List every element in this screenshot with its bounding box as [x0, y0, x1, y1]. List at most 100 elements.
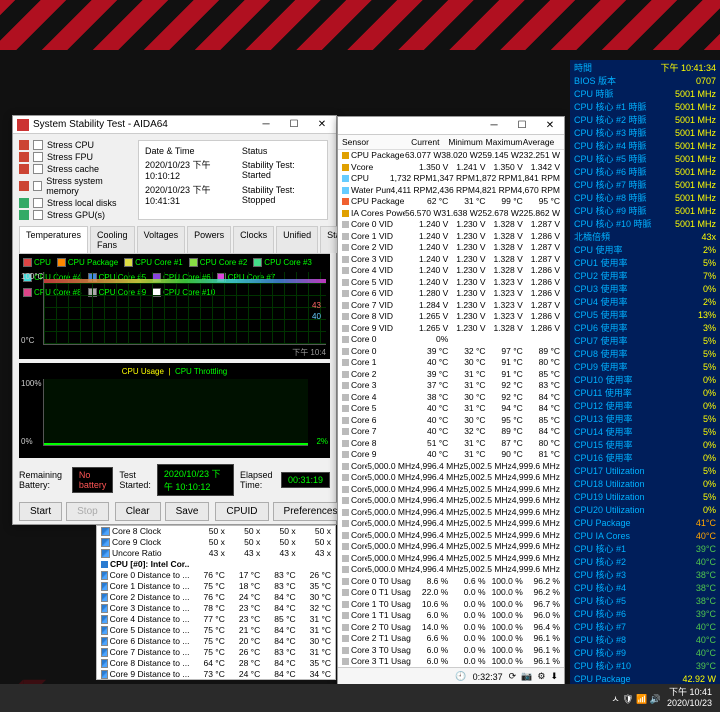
save-button[interactable]: Save [165, 502, 210, 521]
stress-check[interactable]: Stress local disks [19, 198, 134, 208]
col-header[interactable]: Current [411, 137, 448, 147]
tab[interactable]: Unified [276, 226, 318, 253]
legend-item[interactable]: CPU Core #3 [253, 258, 312, 267]
sensor-row[interactable]: Core 1 T1 Usage6.0 %0.0 %100.0 %96.0 % [338, 610, 564, 622]
sensor-row[interactable]: Core 6 VID1.280 V1.230 V1.323 V1.286 V [338, 288, 564, 300]
detail-row[interactable]: Core 9 Distance to ...73 °C24 °C84 °C34 … [97, 669, 335, 680]
maximize-button[interactable]: ☐ [280, 116, 308, 134]
start-button[interactable]: Start [19, 502, 62, 521]
titlebar[interactable]: System Stability Test - AIDA64 ─ ☐ ✕ [13, 116, 336, 134]
maximize-button[interactable]: ☐ [508, 117, 536, 135]
aida-detail-pane[interactable]: Core 8 Clock50 x50 x50 x50 xCore 9 Clock… [96, 525, 336, 680]
sensor-row[interactable]: Core 940 °C31 °C90 °C81 °C [338, 449, 564, 461]
stress-check[interactable]: Stress cache [19, 164, 134, 174]
sensor-row[interactable]: Core 2 T1 Usage6.6 %0.0 %100.0 %96.1 % [338, 633, 564, 645]
sensor-row[interactable]: Core 8 Clock5,000.0 MHz4,996.4 MHz5,002.… [338, 553, 564, 565]
detail-row[interactable]: Core 5 Distance to ...75 °C21 °C84 °C31 … [97, 625, 335, 636]
detail-row[interactable]: Core 8 Distance to ...64 °C28 °C84 °C35 … [97, 658, 335, 669]
sensor-row[interactable]: Core 0 VID1.240 V1.230 V1.328 V1.287 V [338, 219, 564, 231]
sensor-row[interactable]: CPU Package Power63.077 W38.020 W259.145… [338, 150, 564, 162]
detail-row[interactable]: Core 4 Distance to ...77 °C23 °C85 °C31 … [97, 614, 335, 625]
sensor-row[interactable]: CPU1,732 RPM1,347 RPM1,872 RPM1,841 RPM [338, 173, 564, 185]
detail-row[interactable]: Core 7 Distance to ...75 °C26 °C83 °C31 … [97, 647, 335, 658]
sensor-row[interactable]: Core 0 Clock5,000.0 MHz4,996.4 MHz5,002.… [338, 461, 564, 473]
tab[interactable]: Voltages [137, 226, 186, 253]
sensor-row[interactable]: Core 4 Clock5,000.0 MHz4,996.4 MHz5,002.… [338, 507, 564, 519]
stress-check[interactable]: Stress system memory [19, 176, 134, 196]
sensor-row[interactable]: Core 1 VID1.240 V1.230 V1.328 V1.286 V [338, 231, 564, 243]
titlebar[interactable]: ─ ☐ ✕ [338, 117, 564, 135]
sensor-row[interactable]: Core 140 °C30 °C91 °C80 °C [338, 357, 564, 369]
sensor-row[interactable]: Core 039 °C32 °C97 °C89 °C [338, 346, 564, 358]
stress-check[interactable]: Stress FPU [19, 152, 134, 162]
control-icons[interactable]: ⟳ 📷 ⚙ ⬇ [509, 671, 558, 682]
cpuid-button[interactable]: CPUID [215, 502, 268, 521]
sensor-row[interactable]: Core 5 Clock5,000.0 MHz4,996.4 MHz5,002.… [338, 518, 564, 530]
sensor-row[interactable]: Core 1 T0 Usage10.6 %0.0 %100.0 %96.7 % [338, 599, 564, 611]
col-header[interactable]: Minimum [448, 137, 485, 147]
sensor-row[interactable]: Core 0 T1 Usage22.0 %0.0 %100.0 %96.2 % [338, 587, 564, 599]
legend-item[interactable]: CPU [23, 258, 51, 267]
sensor-row[interactable]: Core 3 Clock5,000.0 MHz4,996.4 MHz5,002.… [338, 495, 564, 507]
detail-row[interactable]: Core 8 Clock50 x50 x50 x50 x [97, 526, 335, 537]
sensor-row[interactable]: Core 5 VID1.240 V1.230 V1.323 V1.286 V [338, 277, 564, 289]
sensor-row[interactable]: Water Pump+4,411 RPM2,436 RPM4,821 RPM4,… [338, 185, 564, 197]
sensor-row[interactable]: Core 4 VID1.240 V1.230 V1.328 V1.286 V [338, 265, 564, 277]
tab[interactable]: Temperatures [19, 226, 88, 253]
legend-item[interactable]: CPU Package [57, 258, 118, 267]
detail-row[interactable]: Core 9 Clock50 x50 x50 x50 x [97, 537, 335, 548]
sensor-row[interactable]: Core 438 °C30 °C92 °C84 °C [338, 392, 564, 404]
sensor-row[interactable]: Core 9 Clock5,000.0 MHz4,996.4 MHz5,002.… [338, 564, 564, 576]
sensor-row[interactable]: Core 337 °C31 °C92 °C83 °C [338, 380, 564, 392]
sensor-row[interactable]: Core 6 Clock5,000.0 MHz4,996.4 MHz5,002.… [338, 530, 564, 542]
aida64-stability-window[interactable]: System Stability Test - AIDA64 ─ ☐ ✕ Str… [12, 115, 337, 525]
sensor-row[interactable]: Core 8 VID1.265 V1.230 V1.323 V1.286 V [338, 311, 564, 323]
detail-row[interactable]: Uncore Ratio43 x43 x43 x43 x [97, 548, 335, 559]
sensor-row[interactable]: Core 9 VID1.265 V1.230 V1.328 V1.286 V [338, 323, 564, 335]
sensor-rows[interactable]: CPU Package Power63.077 W38.020 W259.145… [338, 150, 564, 680]
clear-button[interactable]: Clear [115, 502, 161, 521]
sensor-row[interactable]: Core 7 Clock5,000.0 MHz4,996.4 MHz5,002.… [338, 541, 564, 553]
tab[interactable]: Powers [187, 226, 231, 253]
taskbar[interactable]: ㅅ 🛡 📶 🔊 下午 10:41 2020/10/23 [0, 684, 720, 712]
stress-check[interactable]: Stress CPU [19, 140, 134, 150]
detail-row[interactable]: Core 3 Distance to ...78 °C23 °C84 °C32 … [97, 603, 335, 614]
sensor-row[interactable]: Core 00% [338, 334, 564, 346]
sensor-row[interactable]: Vcore1.350 V1.241 V1.350 V1.342 V [338, 162, 564, 174]
tab[interactable]: Cooling Fans [90, 226, 135, 253]
col-header[interactable]: Maximum [486, 137, 523, 147]
sensor-row[interactable]: Core 740 °C32 °C89 °C84 °C [338, 426, 564, 438]
detail-row[interactable]: Core 0 Distance to ...76 °C17 °C83 °C26 … [97, 570, 335, 581]
col-header[interactable]: Sensor [342, 137, 411, 147]
sensor-row[interactable]: CPU Package62 °C31 °C99 °C95 °C [338, 196, 564, 208]
detail-row[interactable]: Core 2 Distance to ...76 °C24 °C84 °C30 … [97, 592, 335, 603]
close-button[interactable]: ✕ [308, 116, 336, 134]
minimize-button[interactable]: ─ [480, 117, 508, 135]
sensor-window[interactable]: ─ ☐ ✕ SensorCurrentMinimumMaximumAverage… [337, 116, 565, 686]
sensor-row[interactable]: Core 540 °C31 °C94 °C84 °C [338, 403, 564, 415]
legend-item[interactable]: CPU Core #2 [189, 258, 248, 267]
sensor-row[interactable]: Core 3 T0 Usage6.0 %0.0 %100.0 %96.1 % [338, 645, 564, 657]
detail-row[interactable]: Core 6 Distance to ...75 °C20 °C84 °C30 … [97, 636, 335, 647]
tray-icons[interactable]: ㅅ 🛡 📶 🔊 [611, 692, 661, 705]
sensor-row[interactable]: Core 2 VID1.240 V1.230 V1.328 V1.287 V [338, 242, 564, 254]
detail-row[interactable]: Core 1 Distance to ...75 °C18 °C83 °C35 … [97, 581, 335, 592]
stress-check[interactable]: Stress GPU(s) [19, 210, 134, 220]
sensor-row[interactable]: Core 2 T0 Usage14.0 %0.0 %100.0 %96.4 % [338, 622, 564, 634]
close-button[interactable]: ✕ [536, 117, 564, 135]
sensor-row[interactable]: Core 1 Clock5,000.0 MHz4,996.4 MHz5,002.… [338, 472, 564, 484]
sensor-row[interactable]: Core 2 Clock5,000.0 MHz4,996.4 MHz5,002.… [338, 484, 564, 496]
system-tray[interactable]: ㅅ 🛡 📶 🔊 下午 10:41 2020/10/23 [603, 687, 720, 709]
sensor-row[interactable]: IA Cores Power56.570 W31.638 W252.678 W2… [338, 208, 564, 220]
sensor-row[interactable]: Core 0 T0 Usage8.6 %0.6 %100.0 %96.2 % [338, 576, 564, 588]
sensor-row[interactable]: Core 640 °C30 °C95 °C85 °C [338, 415, 564, 427]
sensor-row[interactable]: Core 7 VID1.284 V1.230 V1.323 V1.287 V [338, 300, 564, 312]
detail-group[interactable]: CPU [#0]: Intel Cor... [97, 559, 335, 570]
legend-item[interactable]: CPU Core #1 [124, 258, 183, 267]
tab[interactable]: Clocks [233, 226, 274, 253]
sensor-row[interactable]: Core 851 °C31 °C87 °C80 °C [338, 438, 564, 450]
minimize-button[interactable]: ─ [252, 116, 280, 134]
sensor-row[interactable]: Core 3 VID1.240 V1.230 V1.328 V1.287 V [338, 254, 564, 266]
sensor-row[interactable]: Core 239 °C31 °C91 °C85 °C [338, 369, 564, 381]
col-header[interactable]: Average [523, 137, 560, 147]
